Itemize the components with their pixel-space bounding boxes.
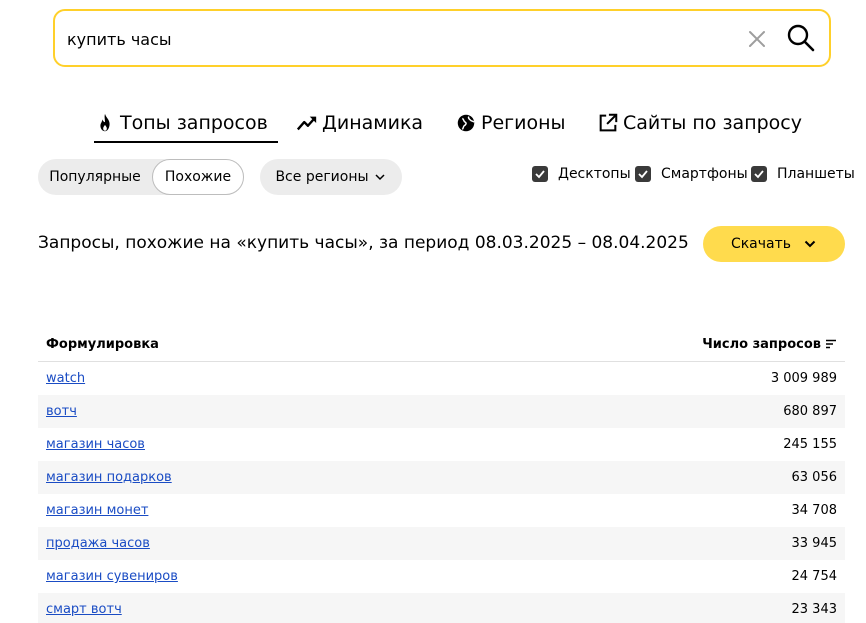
checkbox-checked-icon: [635, 166, 651, 182]
query-count: 63 056: [791, 470, 838, 485]
close-icon: [749, 31, 765, 47]
column-phrase: Формулировка: [46, 336, 159, 352]
segment-label: Похожие: [164, 169, 232, 185]
chevron-down-icon: [375, 174, 385, 181]
queries-table: Формулировка Число запросов watch 3 009 …: [38, 327, 845, 623]
query-link[interactable]: смарт вотч: [46, 602, 122, 617]
segment-label: Популярные: [49, 169, 141, 185]
tab-regions[interactable]: Регионы: [455, 108, 566, 138]
segment-popular[interactable]: Популярные: [38, 159, 152, 195]
checkbox-label: Планшеты: [777, 166, 855, 182]
region-dropdown[interactable]: Все регионы: [260, 159, 402, 195]
tab-top-queries[interactable]: Топы запросов: [94, 108, 278, 143]
checkbox-desktops[interactable]: Десктопы: [532, 166, 631, 182]
query-link[interactable]: магазин монет: [46, 503, 148, 518]
query-link[interactable]: продажа часов: [46, 536, 150, 551]
fire-icon: [100, 113, 110, 132]
download-label: Скачать: [730, 236, 792, 252]
tab-dynamics[interactable]: Динамика: [296, 108, 423, 138]
table-row: магазин подарков 63 056: [38, 461, 845, 494]
search-icon: [787, 24, 815, 52]
table-row: магазин сувениров 24 754: [38, 560, 845, 593]
tab-sites[interactable]: Сайты по запросу: [597, 108, 802, 138]
table-row: магазин часов 245 155: [38, 428, 845, 461]
chevron-down-icon: [804, 240, 816, 248]
query-link[interactable]: магазин подарков: [46, 470, 172, 485]
trend-up-icon: [296, 116, 317, 131]
external-link-icon: [599, 113, 618, 132]
query-count: 34 708: [791, 503, 838, 518]
tab-label: Динамика: [322, 112, 424, 134]
tab-label: Топы запросов: [120, 112, 268, 134]
query-count: 33 945: [791, 536, 838, 551]
table-row: watch 3 009 989: [38, 362, 845, 395]
table-header: Формулировка Число запросов: [38, 327, 845, 362]
download-button[interactable]: Скачать: [703, 226, 845, 262]
search-button[interactable]: [785, 22, 817, 54]
region-label: Все регионы: [275, 169, 369, 185]
table-row: магазин монет 34 708: [38, 494, 845, 527]
query-link[interactable]: watch: [46, 371, 85, 386]
query-type-segment: Популярные Похожие: [38, 159, 244, 195]
query-count: 24 754: [791, 569, 838, 584]
checkbox-label: Смартфоны: [661, 166, 748, 182]
search-input[interactable]: [67, 25, 727, 53]
checkbox-label: Десктопы: [558, 166, 631, 182]
search-box: [53, 9, 831, 67]
checkbox-checked-icon: [751, 166, 767, 182]
period-title: Запросы, похожие на «купить часы», за пе…: [38, 233, 689, 253]
checkbox-tablets[interactable]: Планшеты: [751, 166, 855, 182]
query-link[interactable]: магазин сувениров: [46, 569, 178, 584]
query-link[interactable]: магазин часов: [46, 437, 145, 452]
query-count: 23 343: [791, 602, 838, 617]
query-link[interactable]: вотч: [46, 404, 77, 419]
table-row: продажа часов 33 945: [38, 527, 845, 560]
globe-icon: [457, 114, 475, 132]
sort-icon: [826, 339, 836, 349]
table-body: watch 3 009 989 вотч 680 897 магазин час…: [38, 362, 845, 623]
query-count: 3 009 989: [770, 371, 837, 386]
clear-search-button[interactable]: [745, 27, 769, 51]
checkbox-checked-icon: [532, 166, 548, 182]
column-count-sort[interactable]: Число запросов: [702, 337, 837, 352]
tab-label: Регионы: [481, 112, 566, 134]
query-count: 680 897: [783, 404, 837, 419]
table-row: вотч 680 897: [38, 395, 845, 428]
table-row: смарт вотч 23 343: [38, 593, 845, 623]
tab-label: Сайты по запросу: [623, 112, 802, 134]
column-count-label: Число запросов: [702, 336, 821, 352]
segment-similar[interactable]: Похожие: [152, 159, 244, 195]
checkbox-smartphones[interactable]: Смартфоны: [635, 166, 748, 182]
query-count: 245 155: [783, 437, 837, 452]
